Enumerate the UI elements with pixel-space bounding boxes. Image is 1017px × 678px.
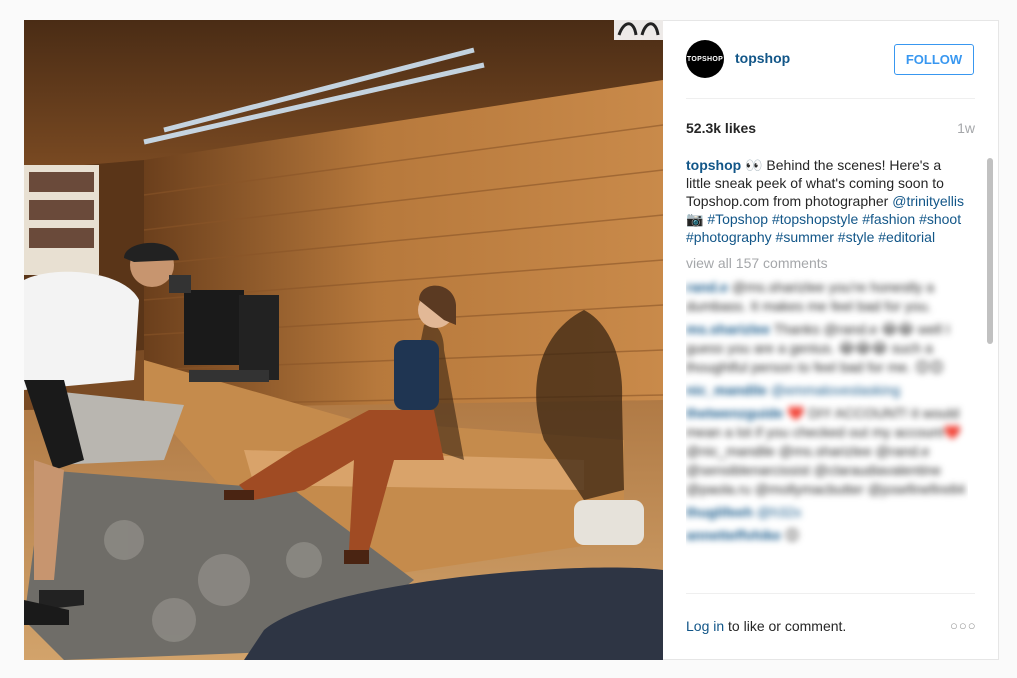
comment-text: @h32x (756, 504, 802, 520)
comment-item: thuglifeeh @h32x (686, 503, 968, 522)
comment-item: rand.e @ms.sharizlee you're honestly a d… (686, 278, 968, 316)
more-options-icon[interactable]: ○○○ (950, 618, 977, 633)
footer-divider (686, 593, 975, 594)
username-link[interactable]: topshop (735, 50, 790, 66)
comment-username[interactable]: annetteffvhike (686, 527, 781, 543)
follow-button[interactable]: FOLLOW (894, 44, 974, 75)
header-divider (686, 98, 975, 99)
eyes-emoji: 👀 (745, 157, 763, 173)
hashtag-link[interactable]: #photography (686, 229, 772, 245)
hashtag-link[interactable]: #summer (776, 229, 834, 245)
comment-username[interactable]: thetwenzguide (686, 405, 783, 421)
hashtag-link[interactable]: #topshopstyle (772, 211, 858, 227)
camera-emoji: 📷 (686, 211, 704, 227)
likes-count[interactable]: 52.3k likes (686, 120, 756, 136)
comment-username[interactable]: rand.e (686, 279, 728, 295)
post-timestamp[interactable]: 1w (957, 120, 975, 136)
avatar[interactable]: TOPSHOP (686, 40, 724, 78)
hashtag-link[interactable]: #fashion (862, 211, 915, 227)
scrollbar-thumb[interactable] (987, 158, 993, 344)
login-link[interactable]: Log in (686, 618, 724, 634)
comments-scrollbar[interactable] (984, 156, 994, 596)
mention-link[interactable]: @trinityellis (892, 193, 964, 209)
comment-username[interactable]: nic_mandile (686, 382, 767, 398)
hashtag-link[interactable]: #Topshop (707, 211, 768, 227)
comment-text: 😊 (784, 527, 800, 543)
hashtag-link[interactable]: #style (838, 229, 875, 245)
post-side-panel: TOPSHOP topshop FOLLOW 52.3k likes 1w to… (663, 20, 999, 660)
post-header: TOPSHOP topshop FOLLOW (663, 20, 999, 98)
photo-illustration (24, 20, 663, 660)
view-all-comments-link[interactable]: view all 157 comments (686, 254, 968, 272)
comment-text: @emmaloveslasking (770, 382, 901, 398)
comment-item: annetteffvhike 😊 (686, 526, 968, 545)
login-prompt-text: to like or comment. (724, 618, 847, 634)
comment-username[interactable]: ms.sharizlee (686, 321, 770, 337)
post-photo[interactable] (24, 20, 663, 660)
post-footer: Log in to like or comment. (686, 618, 846, 634)
comment-username[interactable]: thuglifeeh (686, 504, 753, 520)
hashtag-link[interactable]: #shoot (919, 211, 961, 227)
comments-list[interactable]: topshop 👀 Behind the scenes! Here's a li… (686, 156, 968, 592)
comment-item: nic_mandile @emmaloveslasking (686, 381, 968, 400)
comment-item: thetwenzguide ❤️ DIY ACCOUNT! it would m… (686, 404, 968, 499)
blurred-comments: rand.e @ms.sharizlee you're honestly a d… (686, 278, 968, 545)
post-caption: topshop 👀 Behind the scenes! Here's a li… (686, 156, 968, 246)
hashtag-link[interactable]: #editorial (878, 229, 935, 245)
caption-username[interactable]: topshop (686, 157, 741, 173)
comment-item: ms.sharizlee Thanks @rand.e 😂😂 well I gu… (686, 320, 968, 377)
